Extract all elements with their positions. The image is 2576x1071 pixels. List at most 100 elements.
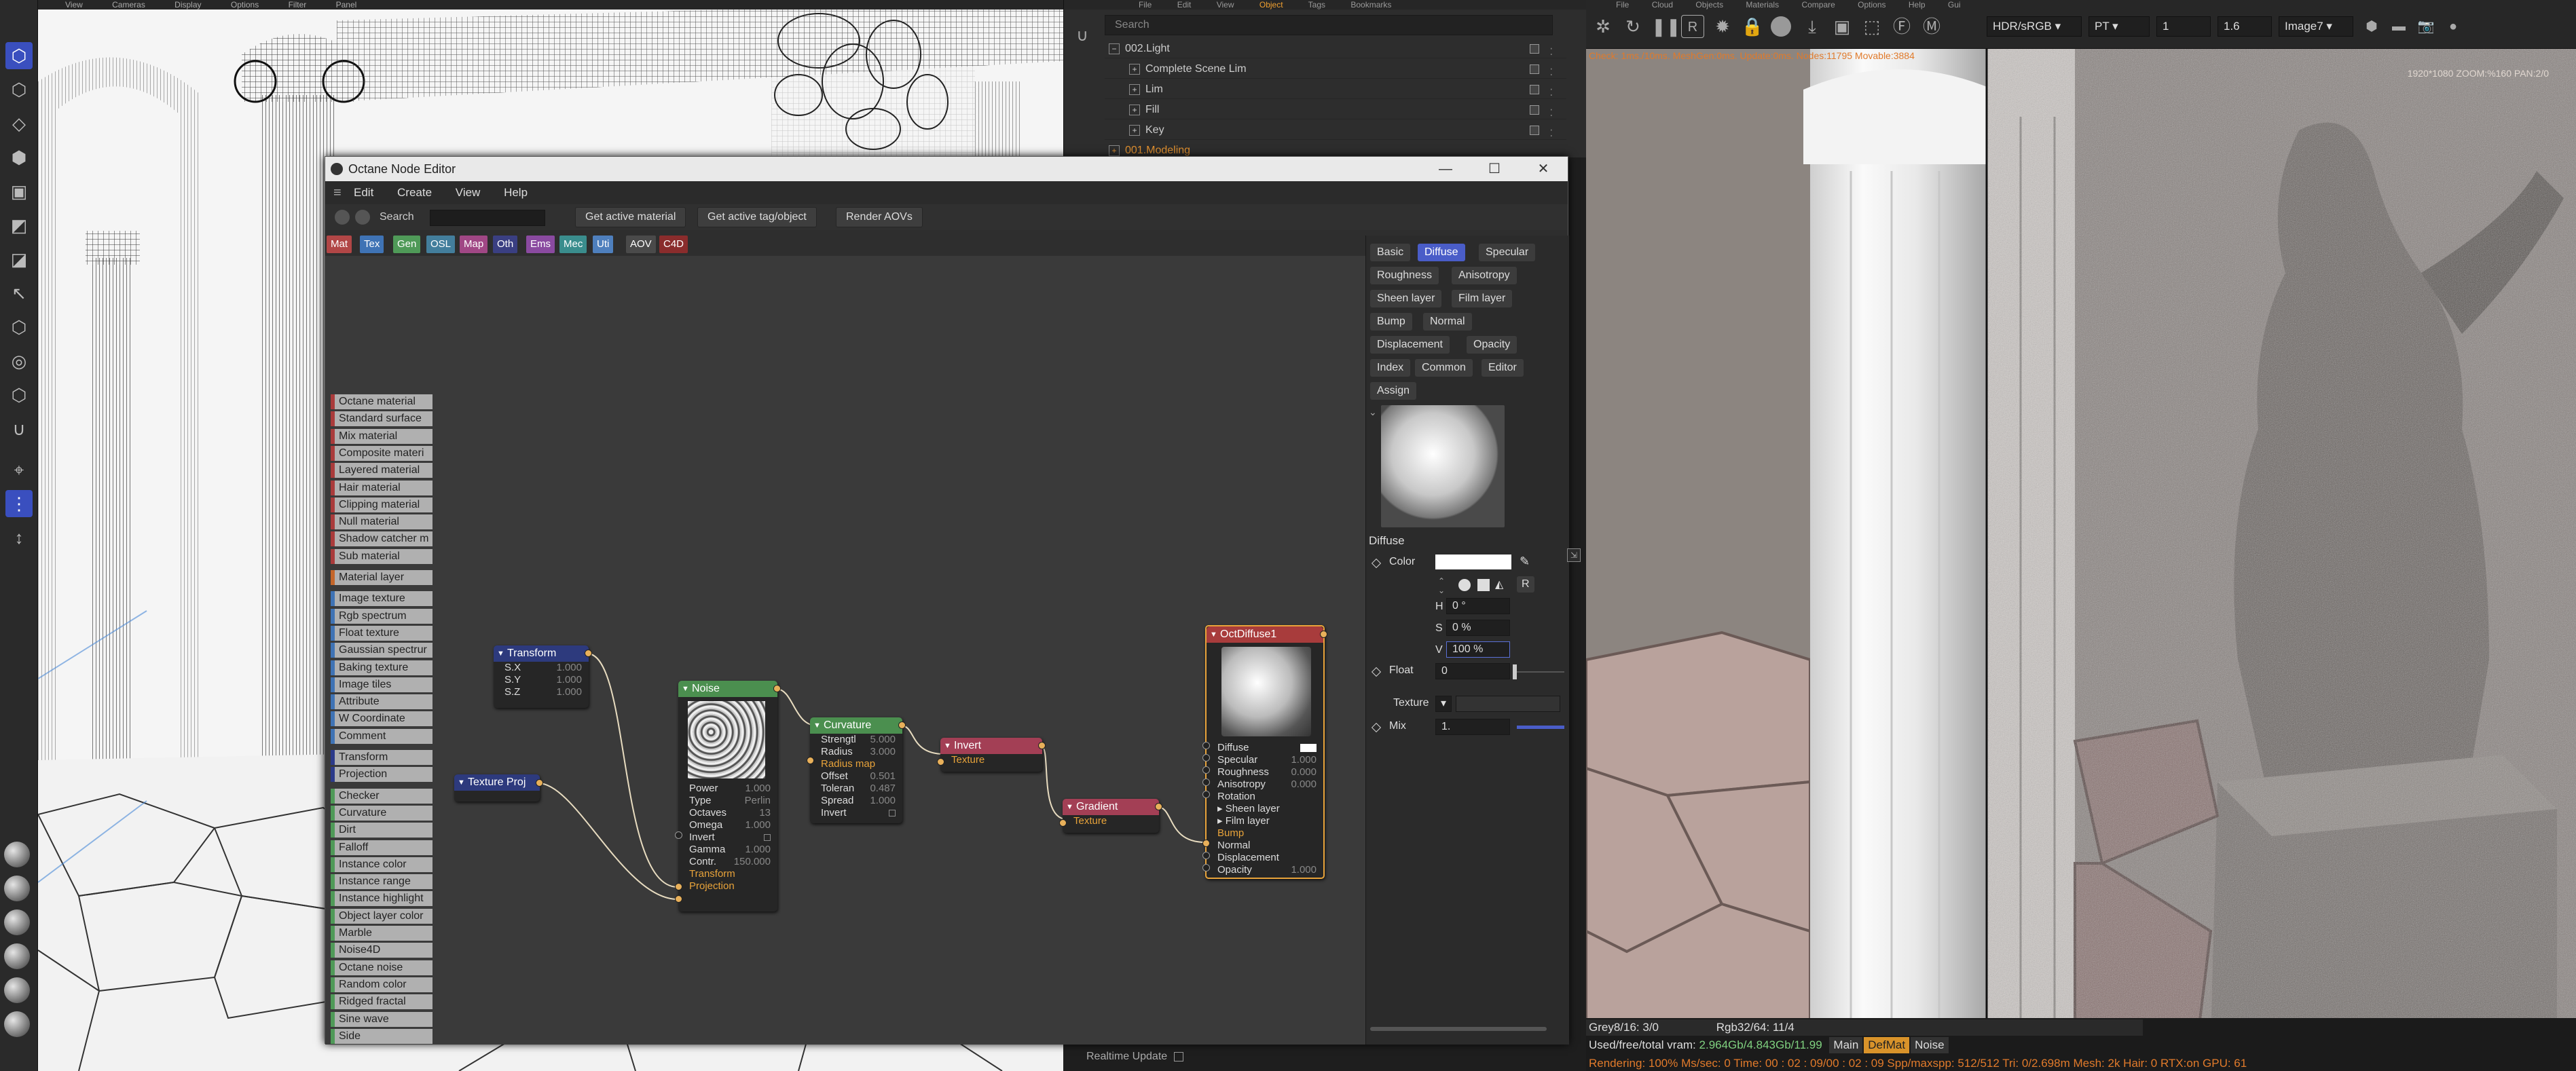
category-tab-ems[interactable]: Ems [526,236,555,253]
dots-icon[interactable]: ⁚ [1550,124,1553,143]
viewport-menu-panel[interactable]: Panel [336,0,357,10]
category-tab-aov[interactable]: AOV [626,236,656,253]
param-value[interactable]: 1.000 [556,674,582,686]
node-header[interactable]: Transform [494,645,589,662]
hamburger-icon[interactable]: ≡ [333,186,342,200]
pick-focus-icon[interactable]: ⤓ [1801,15,1824,38]
node-header[interactable]: Invert [940,738,1042,754]
dots-icon[interactable]: ⁚ [1550,103,1553,122]
expand-icon[interactable]: + [1129,63,1140,75]
poly-pen-icon[interactable]: ⬢ [5,144,33,171]
settings-gear-icon[interactable]: ✹ [1711,15,1734,38]
mix-slider-track[interactable] [1517,726,1564,729]
kernel-dropdown[interactable]: PT ▾ [2089,16,2150,37]
lv-menu-help[interactable]: Help [1909,0,1926,10]
polygons-mode-icon[interactable]: ◪ [5,246,33,273]
input-pin[interactable] [807,757,814,764]
get-active-tag-button[interactable]: Get active tag/object [697,207,817,227]
realtime-update-toggle[interactable]: Realtime Update [1086,1051,1184,1063]
param-value[interactable]: 0.501 [870,770,896,783]
gradient-node[interactable]: Gradient Texture [1059,799,1162,833]
material-ball-icon[interactable] [4,1011,30,1037]
param-value[interactable]: 3.000 [870,746,896,758]
visibility-checkbox[interactable] [1530,105,1539,115]
move-tool-icon[interactable]: ⬡ [5,42,33,69]
keyframe-diamond-icon[interactable] [1371,666,1382,677]
param-value[interactable]: 13 [759,807,771,819]
mix-input[interactable]: 1. [1435,719,1510,735]
tab-diffuse[interactable]: Diffuse [1418,244,1465,261]
om-menu-file[interactable]: File [1139,0,1152,10]
visibility-checkbox[interactable] [1530,44,1539,54]
output-pin[interactable] [1155,803,1162,810]
diffuse-color-swatch[interactable] [1300,744,1317,752]
expand-icon[interactable]: + [1129,83,1140,95]
minimize-icon[interactable]: — [1421,157,1470,181]
om-menu-object[interactable]: Object [1259,0,1283,10]
transform-node[interactable]: Transform S.X 1.000 S.Y 1.000 S.Z 1.000 [494,645,592,708]
node-header[interactable]: Texture Proj [454,774,540,791]
scale-tool-icon[interactable]: ⬡ [5,76,33,103]
lv-menu-compare[interactable]: Compare [1801,0,1835,10]
expand-icon[interactable]: + [1109,145,1120,156]
node-header[interactable]: OctDiffuse1 [1207,626,1323,643]
tab-assign[interactable]: Assign [1370,382,1417,400]
noise-node[interactable]: Noise Power 1.000 Type Perlin Octaves 13 Om… [675,681,781,912]
om-row[interactable]: + Key ⁚ [1105,121,1566,140]
lv-menu-file[interactable]: File [1616,0,1629,10]
category-tab-mec[interactable]: Mec [559,236,587,253]
param-value[interactable]: 0.000 [1291,778,1317,791]
om-search-input[interactable]: Search [1105,15,1553,35]
input-pin[interactable] [1202,754,1210,762]
eyedropper-icon[interactable]: ✎ [1520,555,1530,569]
om-menu-view[interactable]: View [1217,0,1234,10]
om-menu-tags[interactable]: Tags [1308,0,1325,10]
tab-film-layer[interactable]: Film layer [1452,290,1513,307]
panel-scrollbar[interactable] [1370,1027,1547,1031]
input-pin[interactable] [675,895,682,903]
lock-icon[interactable]: 🔒 [1741,15,1764,38]
rotate-tool-icon[interactable]: ◇ [5,110,33,137]
snap-icon[interactable]: ⌖ [5,456,33,483]
render-aovs-button[interactable]: Render AOVs [836,207,923,227]
workplane-icon[interactable]: ⋮ [5,490,33,517]
tab-editor[interactable]: Editor [1482,359,1524,377]
input-pin[interactable] [1202,778,1210,786]
get-active-material-button[interactable]: Get active material [575,207,686,227]
region-render-icon[interactable]: R [1681,15,1704,38]
color-space-dropdown[interactable]: HDR/sRGB ▾ [1987,16,2082,37]
tab-roughness[interactable]: Roughness [1370,267,1439,284]
expand-icon[interactable]: + [1129,104,1140,115]
rgb-mode-button[interactable]: R [1517,576,1534,593]
pass-tab-defmat[interactable]: DefMat [1864,1037,1910,1053]
input-pin[interactable] [1202,840,1210,847]
spinner-1-input[interactable]: 1 [2156,16,2211,37]
viewport-menu-filter[interactable]: Filter [289,0,307,10]
close-icon[interactable]: ✕ [1519,157,1568,181]
viewport-menu-view[interactable]: View [65,0,83,10]
param-value[interactable]: 1.000 [745,819,771,831]
sphere-tool-icon[interactable]: ◎ [5,347,33,375]
om-row[interactable]: + Fill ⁚ [1105,100,1566,119]
tab-opacity[interactable]: Opacity [1467,336,1517,354]
edges-mode-icon[interactable]: ◩ [5,212,33,239]
category-tab-tex[interactable]: Tex [360,236,384,253]
om-menu-bookmarks[interactable]: Bookmarks [1350,0,1391,10]
param-value[interactable]: Perlin [745,795,771,807]
visibility-checkbox[interactable] [1530,85,1539,94]
category-tab-oth[interactable]: Oth [493,236,518,253]
texture-slot[interactable] [1456,696,1560,712]
input-pin[interactable] [675,831,682,839]
menu-create[interactable]: Create [397,186,432,199]
viewport-menu-cameras[interactable]: Cameras [112,0,145,10]
om-row[interactable]: + Lim ⁚ [1105,80,1566,99]
float-slider-track[interactable] [1517,671,1564,673]
output-pin[interactable] [1320,631,1327,638]
dots-icon[interactable]: ⁚ [1550,42,1553,61]
octdiffuse-material-node[interactable]: OctDiffuse1 Diffuse Specular 1.000 Roughn… [1202,625,1327,879]
texture-projection-node[interactable]: Texture Proj [454,774,543,802]
input-pin[interactable] [1059,819,1067,827]
node-header[interactable]: Curvature [810,717,902,734]
curvature-node[interactable]: Curvature Strengtl 5.000 Radius 3.000 Radi… [807,717,906,823]
spectrum-icon[interactable]: ◭ [1495,578,1503,591]
